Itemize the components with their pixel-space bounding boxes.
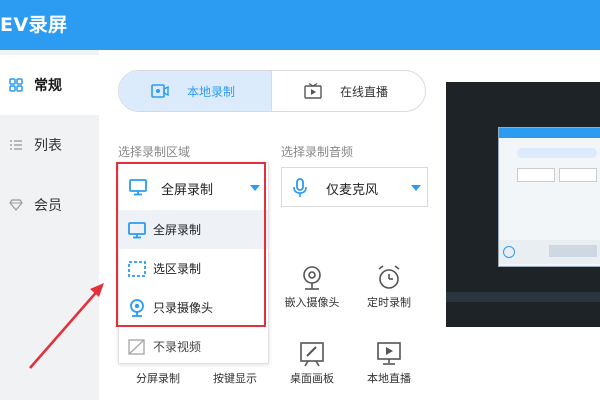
preview-app-window [498, 127, 600, 267]
tab-label: 本地录制 [187, 85, 236, 99]
tool-desktop-board[interactable]: 桌面画板 [282, 340, 342, 390]
app-title: EV录屏 [0, 14, 68, 36]
preview-select [517, 168, 555, 182]
tool-label: 按键显示 [213, 372, 257, 385]
tool-label: 定时录制 [367, 296, 411, 309]
sidebar-item-general[interactable]: 常规 [0, 55, 99, 115]
play-icon [503, 246, 515, 258]
tv-icon [304, 83, 322, 99]
sidebar-item-label: 常规 [34, 78, 62, 94]
preview-title-bar [499, 128, 600, 138]
tool-label: 本地直播 [367, 372, 411, 385]
live-screen-icon [377, 342, 401, 365]
tool-embed-camera[interactable]: 嵌入摄像头 [282, 264, 342, 314]
preview-select [559, 168, 597, 182]
preview-taskbar [446, 292, 600, 302]
tab-online-live[interactable]: 在线直播 [271, 71, 425, 111]
highlight-box [116, 162, 266, 327]
sidebar-item-label: 列表 [34, 138, 62, 154]
video-record-icon [151, 84, 169, 98]
tab-label: 在线直播 [340, 85, 389, 99]
tool-key-display[interactable]: 按键显示 [205, 340, 265, 390]
mode-tab-group: 本地录制 在线直播 [118, 70, 426, 112]
sidebar: 常规 列表 会员 [0, 50, 99, 400]
tool-label: 分屏录制 [136, 372, 180, 385]
record-audio-select[interactable]: 仅麦克风 [281, 167, 428, 207]
tool-label: 桌面画板 [290, 372, 334, 385]
record-area-label: 选择录制区域 [118, 145, 191, 159]
microphone-icon [293, 178, 307, 197]
record-audio-label: 选择录制音频 [281, 145, 354, 159]
list-icon [10, 140, 22, 150]
tool-split-screen[interactable]: 分屏录制 [128, 340, 188, 390]
chevron-down-icon [411, 185, 421, 191]
tool-label: 嵌入摄像头 [284, 296, 340, 309]
sidebar-item-list[interactable]: 列表 [0, 115, 99, 175]
selected-value: 仅麦克风 [326, 183, 379, 198]
timer-display [549, 245, 597, 257]
diamond-icon [9, 199, 23, 211]
tab-local-record[interactable]: 本地录制 [119, 71, 271, 111]
webcam-icon [303, 266, 321, 290]
sidebar-item-label: 会员 [34, 198, 62, 214]
alarm-clock-icon [378, 265, 400, 289]
drawing-board-icon [300, 342, 324, 367]
grid-icon [9, 78, 23, 92]
title-bar: EV录屏 [0, 0, 600, 50]
preview-control-bar [499, 240, 600, 264]
sidebar-item-member[interactable]: 会员 [0, 175, 99, 235]
tool-local-live[interactable]: 本地直播 [359, 340, 419, 390]
preview-tabs [517, 148, 597, 158]
tool-scheduled-record[interactable]: 定时录制 [359, 264, 419, 314]
